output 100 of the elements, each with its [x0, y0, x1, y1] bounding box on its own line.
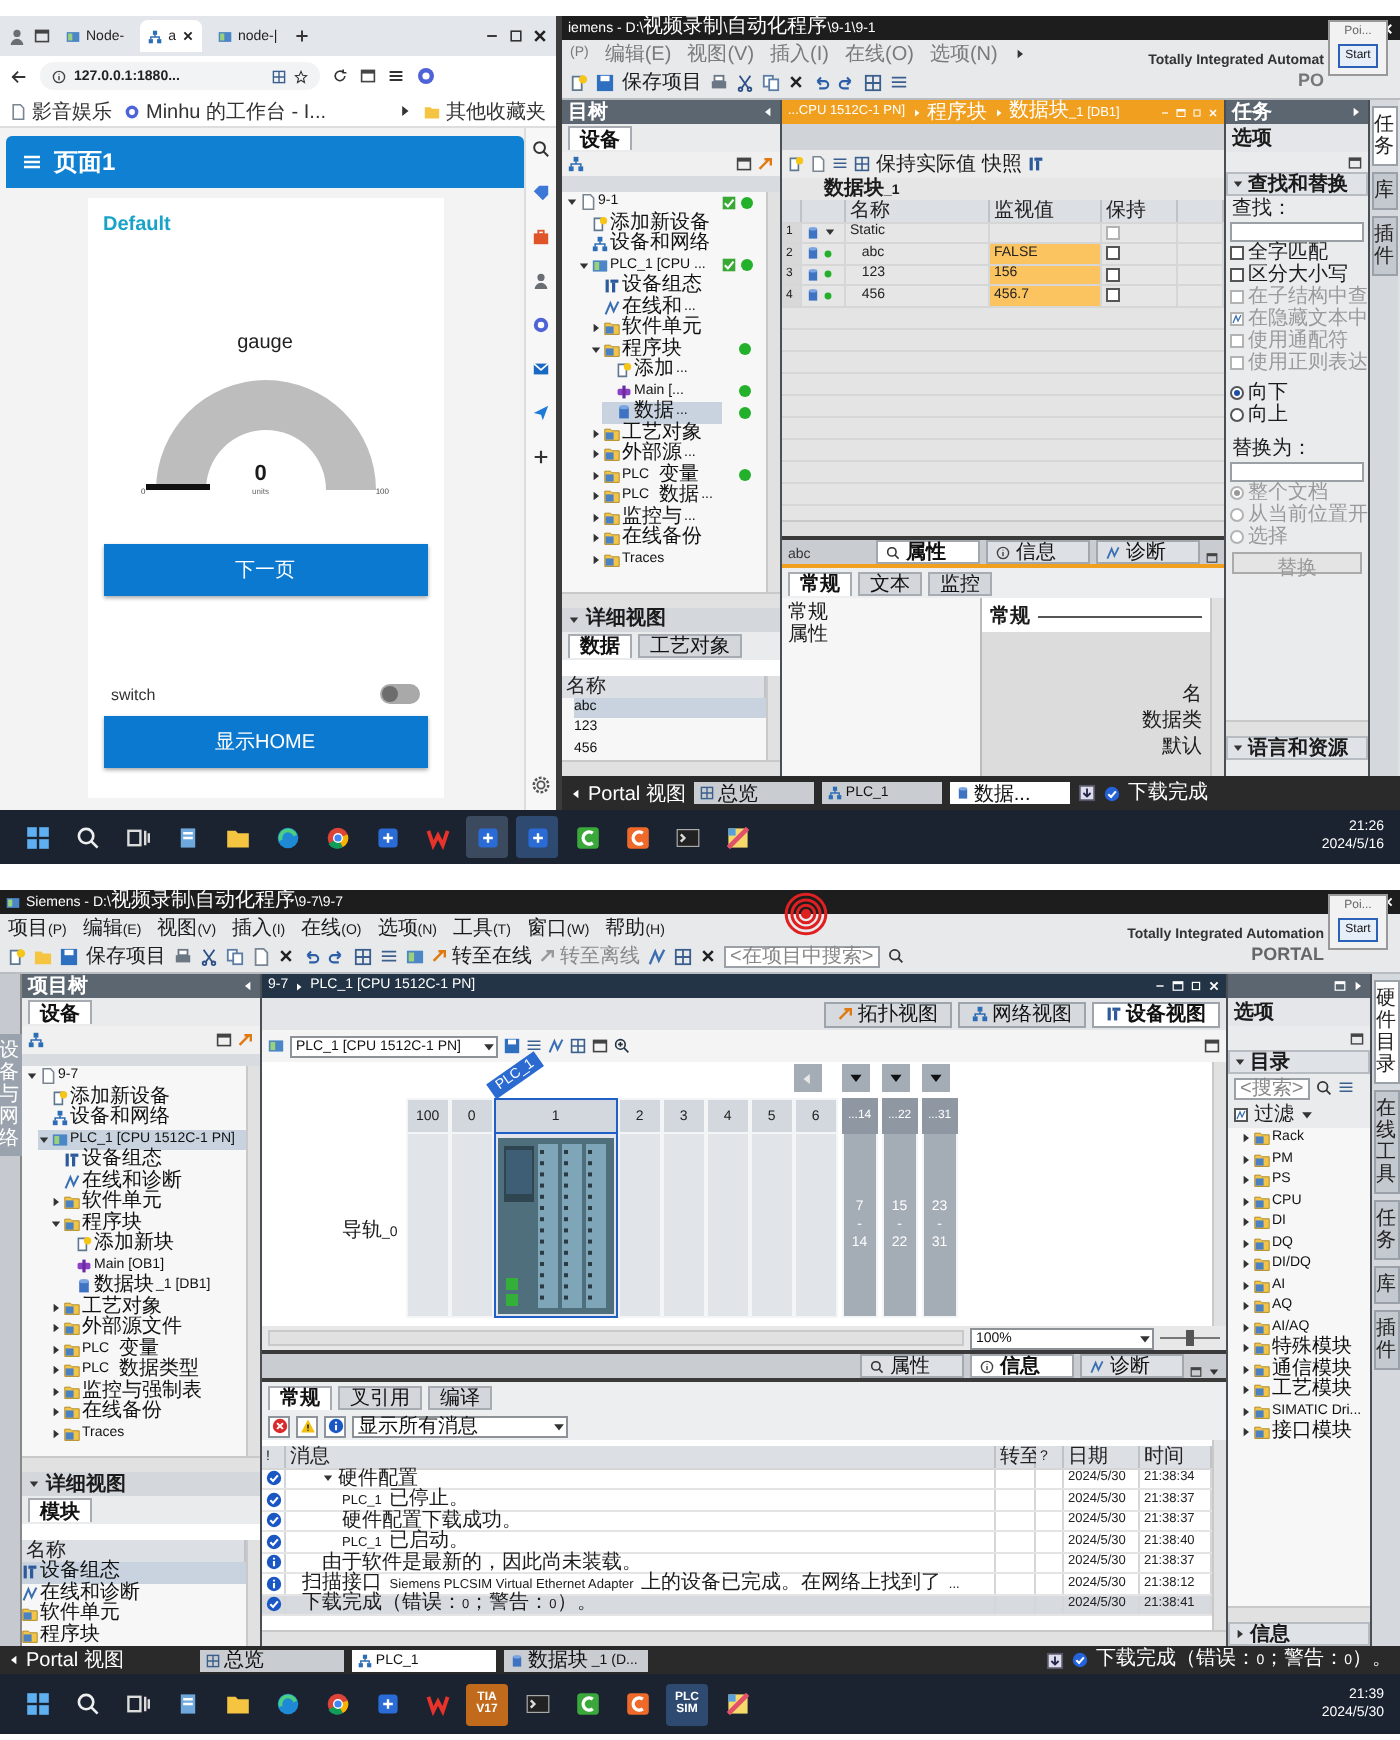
- tree-item[interactable]: 设备和网络: [578, 234, 722, 255]
- panel-title: 详细视图: [46, 1473, 126, 1495]
- section-title: 常规: [990, 606, 1030, 628]
- tab[interactable]: 设备: [28, 1000, 92, 1024]
- list-item[interactable]: 程序块: [22, 1625, 246, 1646]
- column-header: 日期: [1064, 1446, 1140, 1469]
- tab[interactable]: 叉引用: [338, 1385, 422, 1409]
- portal-view-link[interactable]: Portal 视图: [570, 779, 686, 807]
- side-tab[interactable]: 插件: [1371, 216, 1397, 276]
- brand-portal: PO: [1297, 69, 1324, 89]
- tab[interactable]: 监控: [928, 571, 992, 595]
- go-online-button[interactable]: 转至在线: [432, 942, 532, 970]
- side-tab[interactable]: 库: [1373, 1266, 1399, 1304]
- tab[interactable]: 数据: [568, 633, 632, 657]
- toolbar-button[interactable]: 快照: [982, 150, 1022, 178]
- view-tab[interactable]: 拓扑视图: [824, 1001, 952, 1027]
- tree-item[interactable]: 软件单元: [50, 1192, 246, 1213]
- tree-item[interactable]: 工艺对象: [50, 1297, 246, 1318]
- page-title: 页面1: [54, 149, 116, 175]
- tab[interactable]: 常规: [788, 571, 852, 595]
- tab[interactable]: 属性: [860, 1354, 964, 1378]
- catalog-item[interactable]: 特殊模块: [1240, 1338, 1370, 1359]
- menu-item[interactable]: 选项(N): [929, 39, 998, 67]
- tab[interactable]: 信息: [986, 540, 1090, 564]
- column-header: 名称: [846, 200, 990, 223]
- message-text: 硬件配置: [338, 1467, 418, 1490]
- option-label: 全字匹配: [1248, 242, 1328, 264]
- home-button[interactable]: 显示HOME: [103, 716, 427, 768]
- tab[interactable]: 诊断: [1080, 1354, 1184, 1378]
- tree-item[interactable]: 软件单元: [590, 318, 722, 339]
- tree-item[interactable]: 外部源文件: [50, 1318, 246, 1339]
- section-header[interactable]: 查找和替换: [1226, 172, 1368, 196]
- bookmark[interactable]: Minhu 的工作台 - I...: [124, 97, 327, 125]
- tab[interactable]: 常规: [268, 1385, 332, 1409]
- tree-item[interactable]: 添加新块: [62, 1234, 246, 1255]
- tab[interactable]: 工艺对象: [638, 633, 742, 657]
- window-tab[interactable]: 数据...: [949, 782, 1070, 804]
- catalog-item[interactable]: 工艺模块: [1240, 1380, 1370, 1401]
- side-tab[interactable]: 插件: [1373, 1310, 1399, 1370]
- tab[interactable]: 模块: [28, 1498, 92, 1522]
- section-title: 选项: [1234, 1001, 1274, 1023]
- side-tab[interactable]: 任务: [1371, 106, 1397, 166]
- side-tab[interactable]: 硬件目录: [1373, 980, 1399, 1084]
- field-label: 数据类: [1142, 710, 1202, 732]
- bookmark-folder[interactable]: 其他收藏夹: [424, 97, 546, 125]
- search-field[interactable]: <在项目中搜索>: [724, 945, 880, 967]
- list-item[interactable]: 在线和诊断: [22, 1583, 246, 1604]
- gauge-title: gauge: [237, 332, 293, 354]
- tab[interactable]: 编译: [428, 1385, 492, 1409]
- tree-item[interactable]: 工艺对象: [590, 423, 722, 444]
- menu-item[interactable]: 在线(O): [844, 39, 914, 67]
- window-tab[interactable]: 总览: [199, 1649, 344, 1671]
- gauge-value: 0: [254, 462, 267, 486]
- side-tab[interactable]: 库: [1371, 172, 1397, 210]
- tree-item[interactable]: 设备和网络: [38, 1108, 246, 1129]
- tab[interactable]: 诊断: [1096, 540, 1200, 564]
- section-title: 语言和资源: [1248, 737, 1348, 759]
- list-item[interactable]: 软件单元: [22, 1604, 246, 1625]
- switch-label: switch: [111, 685, 156, 703]
- catalog-item[interactable]: 接口模块: [1240, 1422, 1370, 1443]
- tree-item[interactable]: 添加新设备: [578, 213, 722, 234]
- menu-item[interactable]: 编辑(E): [604, 39, 672, 67]
- tree-item[interactable]: 设备组态: [50, 1150, 246, 1171]
- side-tab[interactable]: 任务: [1373, 1200, 1399, 1260]
- save-project-button[interactable]: 保存项目: [622, 68, 702, 96]
- save-project-button[interactable]: 保存项目: [86, 942, 166, 970]
- tree-item[interactable]: 程序块: [50, 1213, 246, 1234]
- side-tab[interactable]: 在线工具: [1373, 1090, 1399, 1194]
- toolbar-button[interactable]: 保持实际值: [876, 150, 976, 178]
- tree-item[interactable]: 监控与强制表: [50, 1381, 246, 1402]
- section-header[interactable]: 语言和资源: [1226, 736, 1368, 760]
- nav-item[interactable]: 常规: [788, 602, 974, 624]
- tab[interactable]: 文本: [858, 571, 922, 595]
- tree-item[interactable]: 程序块: [590, 339, 722, 360]
- list-item[interactable]: 设备组态: [22, 1562, 246, 1583]
- message-text: 硬件配置下载成功。: [342, 1509, 522, 1532]
- catalog-item[interactable]: 通信模块: [1240, 1359, 1370, 1380]
- window-tab[interactable]: 总览: [693, 782, 814, 804]
- tab[interactable]: 信息: [970, 1354, 1074, 1378]
- tab[interactable]: 属性: [876, 540, 980, 564]
- tree-item[interactable]: 设备组态: [590, 276, 722, 297]
- menu-item[interactable]: 插入(I): [770, 39, 829, 67]
- tree-item[interactable]: 在线备份: [590, 528, 722, 549]
- portal-view-link[interactable]: Portal 视图: [8, 1646, 124, 1674]
- section-header[interactable]: 目录: [1228, 1050, 1370, 1074]
- view-tab[interactable]: 设备视图: [1092, 1001, 1220, 1027]
- menu-item[interactable]: 视图(V): [687, 39, 755, 67]
- column-header: 消息: [286, 1446, 996, 1469]
- catalog-search-field[interactable]: <搜索>: [1234, 1077, 1310, 1099]
- message-filter-dropdown[interactable]: 显示所有消息: [352, 1415, 568, 1437]
- next-page-button[interactable]: 下一页: [103, 544, 427, 596]
- section-title: 查找和替换: [1248, 173, 1348, 195]
- view-tab[interactable]: 网络视图: [958, 1001, 1086, 1027]
- tree-item[interactable]: 在线备份: [50, 1402, 246, 1423]
- tree-item[interactable]: 添加新设备: [38, 1087, 246, 1108]
- nav-item[interactable]: 属性: [788, 624, 974, 646]
- tab[interactable]: 设备: [568, 126, 632, 150]
- bookmark[interactable]: 影音娱乐: [10, 97, 112, 125]
- section-header[interactable]: 信息: [1228, 1622, 1370, 1646]
- tree-item[interactable]: 在线和诊断: [50, 1171, 246, 1192]
